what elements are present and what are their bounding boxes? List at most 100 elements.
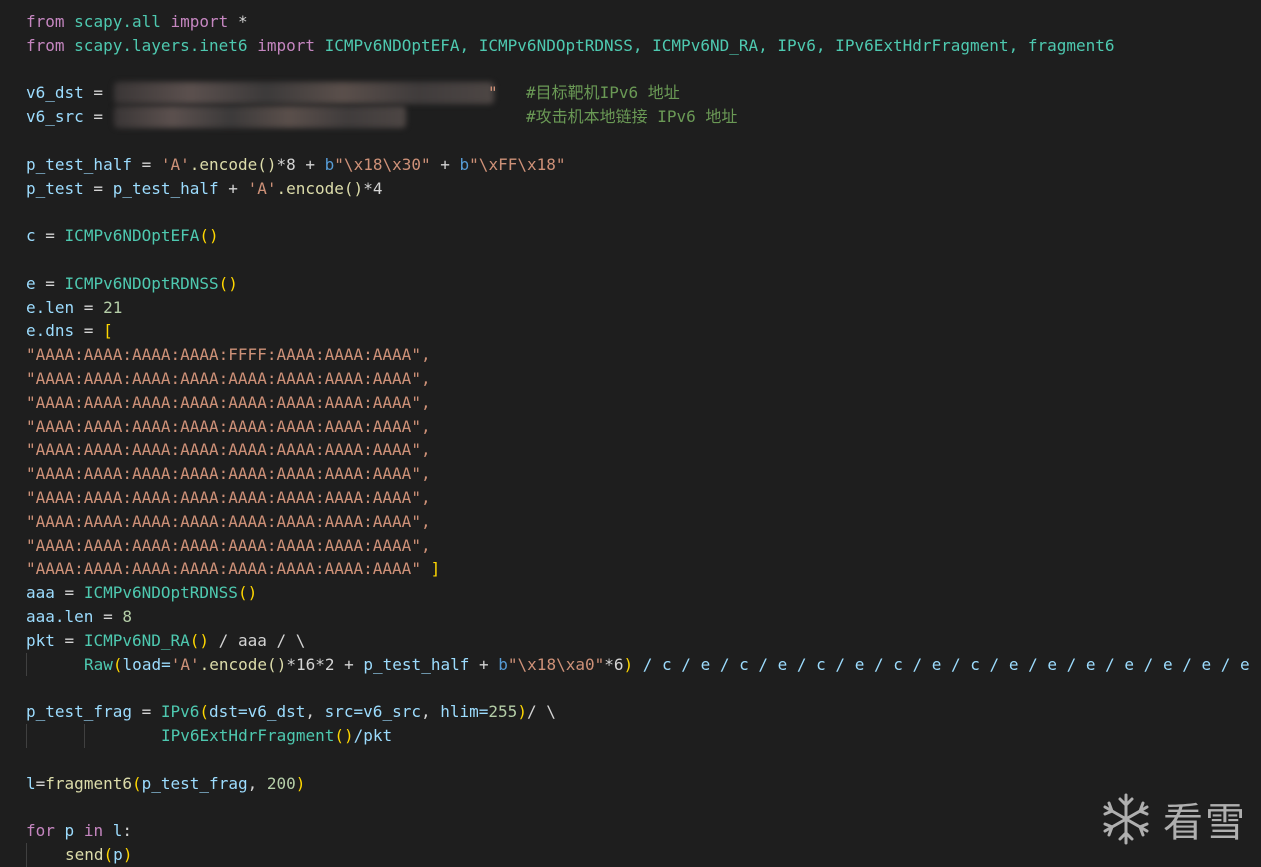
variable: p_test_half [363, 654, 470, 674]
string: "AAAA:AAAA:AAAA:AAAA:AAAA:AAAA:AAAA:AAAA… [26, 416, 431, 436]
code-line: e.dns = [ [26, 319, 1261, 343]
indent-guide [84, 723, 85, 748]
class-name: ICMPv6NDOptRDNSS [64, 273, 219, 293]
number: 8 [122, 606, 132, 626]
operator: = [131, 154, 161, 174]
variable: v6_src [363, 702, 421, 722]
code-line: c = ICMPv6NDOptEFA() [26, 224, 1261, 248]
class-name: IPv6 [160, 702, 200, 722]
variable: aaa [26, 583, 55, 603]
class-name: ICMPv6NDOptRDNSS [83, 583, 238, 603]
keyword-arg: load= [122, 654, 171, 674]
keyword: import [257, 35, 315, 55]
code-line: from scapy.all import * [26, 10, 1261, 34]
bytes-prefix: b [459, 154, 470, 174]
method-call: .encode() [189, 154, 277, 174]
variable: p [64, 821, 75, 841]
operator: *4 [363, 178, 383, 198]
method-call: .encode() [276, 178, 364, 198]
parentheses: () [334, 725, 354, 745]
code-line: "AAAA:AAAA:AAAA:AAAA:AAAA:AAAA:AAAA:AAAA… [26, 486, 1261, 510]
code-line: aaa = ICMPv6NDOptRDNSS() [26, 581, 1261, 605]
variable: p [113, 844, 123, 864]
code-editor[interactable]: from scapy.all import * from scapy.layer… [26, 10, 1261, 867]
string: "\x18\x30" [334, 154, 431, 174]
indent-guide [26, 652, 27, 677]
paren-close: ) [122, 844, 133, 864]
bytes-prefix: b [324, 154, 335, 174]
variable: p_test_frag [141, 773, 248, 793]
keyword: from [26, 12, 65, 31]
parentheses: () [218, 273, 238, 293]
operator: + [430, 154, 460, 174]
string: 'A' [160, 154, 190, 174]
variable: aaa.len [26, 606, 94, 626]
string: "AAAA:AAAA:AAAA:AAAA:AAAA:AAAA:AAAA:AAAA… [26, 440, 431, 460]
paren-open: ( [103, 844, 114, 864]
class-name: ICMPv6ND_RA [83, 630, 190, 650]
string: "AAAA:AAAA:AAAA:AAAA:FFFF:AAAA:AAAA:AAAA… [26, 345, 431, 365]
code-line: Raw(load='A'.encode()*16*2 + p_test_half… [26, 652, 1261, 677]
operator: = [93, 606, 123, 626]
operator: = [74, 321, 104, 341]
kanxue-watermark: 看雪 [1099, 790, 1247, 848]
redacted-address [114, 106, 406, 129]
string: "\xFF\x18" [469, 154, 566, 174]
indent-guide [26, 842, 27, 867]
operator: + [469, 654, 499, 674]
variable: e.len [26, 297, 75, 317]
code-line: from scapy.layers.inet6 import ICMPv6NDO… [26, 34, 1261, 58]
code-line: IPv6ExtHdrFragment()/pkt [26, 723, 1261, 748]
operator: = [35, 226, 65, 246]
operator: , [247, 773, 267, 793]
operator: = [83, 83, 113, 103]
variable: v6_dst [247, 702, 306, 722]
string: "AAAA:AAAA:AAAA:AAAA:AAAA:AAAA:AAAA:AAAA… [26, 487, 431, 507]
code-line: "AAAA:AAAA:AAAA:AAAA:AAAA:AAAA:AAAA:AAAA… [26, 462, 1261, 486]
variable: e.dns [26, 321, 75, 341]
number: 255 [488, 702, 518, 722]
string: "\x18\xa0" [507, 654, 605, 674]
keyword-arg: hlim= [440, 702, 489, 722]
variable: p_test_frag [26, 702, 132, 722]
operator: *16*2 + [286, 654, 364, 674]
operator: = [83, 107, 113, 127]
operator: / \ [526, 702, 556, 722]
code-line: "AAAA:AAAA:AAAA:AAAA:AAAA:AAAA:AAAA:AAAA… [26, 534, 1261, 558]
operator: + [218, 178, 248, 198]
string: "AAAA:AAAA:AAAA:AAAA:AAAA:AAAA:AAAA:AAAA… [26, 535, 431, 555]
number: 21 [103, 297, 123, 317]
code-line: "AAAA:AAAA:AAAA:AAAA:AAAA:AAAA:AAAA:AAAA… [26, 510, 1261, 534]
bracket: [ [103, 321, 113, 341]
variable: c [26, 226, 36, 246]
keyword: for [26, 821, 55, 841]
string: "AAAA:AAAA:AAAA:AAAA:AAAA:AAAA:AAAA:AAAA… [26, 559, 421, 579]
string: "AAAA:AAAA:AAAA:AAAA:AAAA:AAAA:AAAA:AAAA… [26, 464, 431, 484]
keyword-arg: src= [324, 702, 364, 722]
module-name: scapy.all [74, 12, 161, 31]
method-call: .encode() [199, 654, 287, 674]
keyword: from [26, 35, 65, 55]
operator: = [74, 297, 104, 317]
keyword: import [170, 12, 229, 31]
variable: p_test [26, 178, 84, 198]
operator: *6 [604, 654, 624, 674]
bracket: ] [420, 559, 441, 579]
string: "AAAA:AAAA:AAAA:AAAA:AAAA:AAAA:AAAA:AAAA… [26, 368, 431, 388]
class-name: IPv6ExtHdrFragment [161, 725, 335, 745]
code-line: "AAAA:AAAA:AAAA:AAAA:FFFF:AAAA:AAAA:AAAA… [26, 343, 1261, 367]
code-line: e.len = 21 [26, 296, 1261, 320]
import-names: ICMPv6NDOptEFA, ICMPv6NDOptRDNSS, ICMPv6… [324, 35, 1115, 55]
paren-open: ( [131, 773, 142, 793]
variable: p_test_half [26, 154, 132, 174]
class-name: Raw [84, 654, 113, 674]
operator: / aaa / \ [209, 630, 306, 650]
operator: : [122, 821, 133, 841]
